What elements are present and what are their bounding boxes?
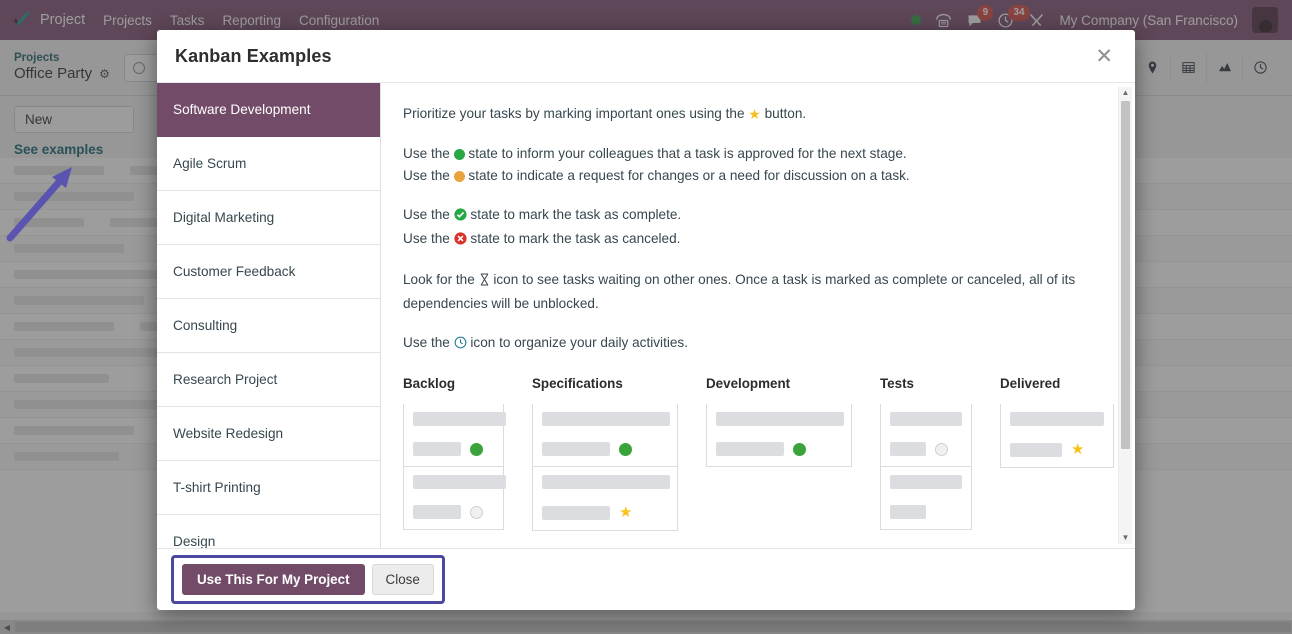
desc-line-complete: Use the state to mark the task as comple…	[403, 204, 1111, 228]
kanban-column-title: Specifications	[532, 375, 623, 391]
screen-root: Project Projects Tasks Reporting Configu…	[0, 0, 1292, 634]
desc-text: Use the	[403, 167, 454, 183]
example-item-research-project[interactable]: Research Project	[157, 353, 380, 407]
scroll-up-arrow[interactable]: ▲	[1119, 87, 1132, 99]
desc-text: state to mark the task as canceled.	[466, 230, 681, 246]
scroll-down-arrow[interactable]: ▼	[1119, 532, 1132, 544]
kanban-column-title: Delivered	[1000, 375, 1061, 391]
desc-paragraph-done-cancel: Use the state to mark the task as comple…	[403, 204, 1111, 252]
example-item-software-development[interactable]: Software Development	[157, 83, 380, 137]
desc-text: button.	[760, 106, 807, 121]
orange-state-icon	[453, 170, 465, 182]
close-button[interactable]: Close	[371, 564, 434, 595]
desc-line-green: Use the state to inform your colleagues …	[403, 143, 1111, 165]
example-item-t-shirt-printing[interactable]: T-shirt Printing	[157, 461, 380, 515]
desc-text: Use the	[403, 145, 454, 161]
desc-text: state to inform your colleagues that a t…	[464, 145, 907, 161]
desc-paragraph-activities: Use the icon to organize your daily acti…	[403, 332, 1111, 356]
kanban-card[interactable]	[880, 467, 972, 531]
close-icon[interactable]: ✕	[1091, 44, 1117, 69]
dialog-footer: Use This For My Project Close	[157, 548, 1135, 610]
green-state-icon	[453, 148, 465, 160]
green-dot-icon	[470, 442, 483, 456]
example-item-digital-marketing[interactable]: Digital Marketing	[157, 191, 380, 245]
dialog-title: Kanban Examples	[175, 45, 332, 66]
desc-text: state to mark the task as complete.	[466, 206, 682, 222]
footer-highlight-box: Use This For My Project Close	[171, 555, 445, 604]
content-scrollbar[interactable]: ▲ ▼	[1118, 87, 1132, 544]
kanban-card[interactable]	[532, 404, 678, 468]
kanban-examples-dialog: Kanban Examples ✕ Software Development A…	[157, 30, 1135, 610]
hourglass-icon	[479, 271, 490, 293]
kanban-card[interactable]	[403, 467, 506, 531]
scroll-thumb[interactable]	[1121, 101, 1130, 449]
kanban-column-title: Backlog	[403, 375, 456, 391]
green-dot-icon	[619, 442, 632, 456]
kanban-card[interactable]: ★	[532, 467, 678, 532]
grey-dot-icon	[935, 442, 948, 456]
kanban-column-specifications: Specifications ★	[532, 373, 678, 532]
example-item-design[interactable]: Design	[157, 515, 380, 548]
desc-paragraph-states: Use the state to inform your colleagues …	[403, 143, 1111, 187]
example-item-website-redesign[interactable]: Website Redesign	[157, 407, 380, 461]
desc-text: Use the	[403, 230, 454, 246]
example-item-agile-scrum[interactable]: Agile Scrum	[157, 137, 380, 191]
use-this-for-my-project-button[interactable]: Use This For My Project	[182, 564, 365, 595]
example-item-consulting[interactable]: Consulting	[157, 299, 380, 353]
star-icon: ★	[1071, 441, 1085, 459]
star-icon: ★	[748, 106, 761, 122]
kanban-card[interactable]: ★	[1000, 404, 1114, 469]
clock-icon	[454, 334, 467, 356]
desc-paragraph-priority: Prioritize your tasks by marking importa…	[403, 103, 1111, 126]
star-icon: ★	[619, 504, 633, 522]
dialog-body: Software Development Agile Scrum Digital…	[157, 83, 1135, 548]
desc-text: Use the	[403, 334, 454, 350]
cancel-circle-icon	[454, 230, 467, 252]
desc-text: icon to organize your daily activities.	[466, 334, 689, 350]
kanban-column-development: Development	[706, 373, 852, 532]
desc-text: Look for the	[403, 271, 479, 287]
kanban-column-backlog: Backlog	[403, 373, 506, 532]
kanban-column-title: Tests	[880, 375, 914, 391]
desc-text: icon to see tasks waiting on other ones.…	[403, 271, 1076, 311]
desc-line-canceled: Use the state to mark the task as cancel…	[403, 228, 1111, 252]
desc-paragraph-dependencies: Look for the icon to see tasks waiting o…	[403, 269, 1111, 315]
grey-dot-icon	[470, 505, 483, 519]
desc-text: Use the	[403, 206, 454, 222]
example-description-panel: Prioritize your tasks by marking importa…	[381, 83, 1135, 548]
kanban-card[interactable]	[403, 404, 506, 468]
desc-text: Prioritize your tasks by marking importa…	[403, 106, 749, 121]
green-dot-icon	[793, 442, 806, 456]
check-circle-icon	[454, 206, 467, 228]
kanban-card[interactable]	[706, 404, 852, 468]
dialog-header: Kanban Examples ✕	[157, 30, 1135, 83]
examples-list[interactable]: Software Development Agile Scrum Digital…	[157, 83, 381, 548]
kanban-column-tests: Tests	[880, 373, 972, 532]
desc-text: state to indicate a request for changes …	[464, 167, 910, 183]
desc-line-orange: Use the state to indicate a request for …	[403, 165, 1111, 187]
example-item-customer-feedback[interactable]: Customer Feedback	[157, 245, 380, 299]
kanban-card[interactable]	[880, 404, 972, 468]
kanban-column-title: Development	[706, 375, 791, 391]
kanban-column-delivered: Delivered ★	[1000, 373, 1114, 532]
kanban-preview: Backlog Specifications ★ Development Tes…	[403, 373, 1114, 548]
